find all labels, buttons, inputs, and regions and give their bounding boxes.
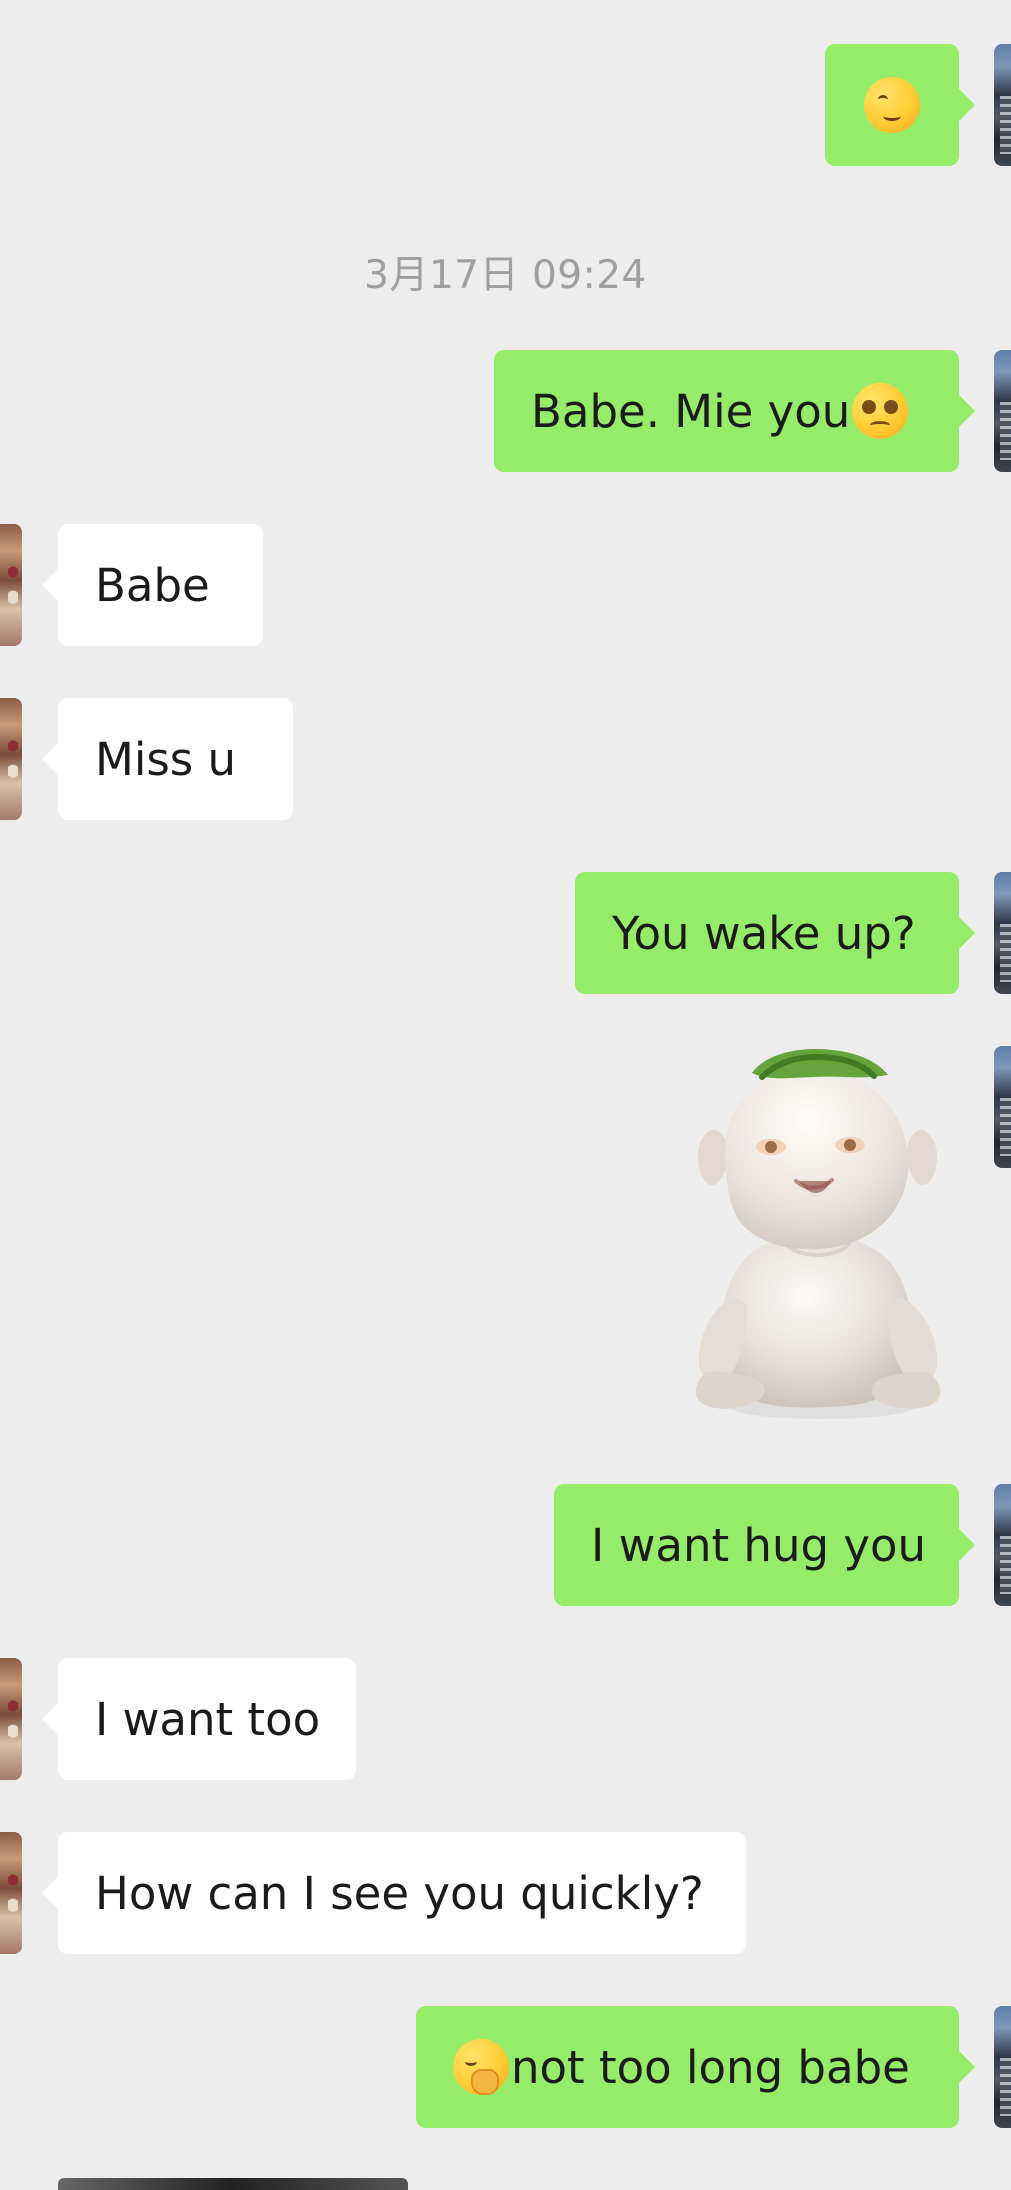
message-text: You wake up?	[612, 906, 916, 960]
my-avatar[interactable]	[994, 350, 1011, 472]
outgoing-message-bubble[interactable]: Babe. Mie you	[494, 350, 975, 472]
message-text: Babe. Mie you	[531, 384, 851, 438]
message-row-incoming: How can I see you quickly?	[0, 1832, 1011, 1954]
outgoing-message-bubble[interactable]: I want hug you	[554, 1484, 975, 1606]
message-row-outgoing	[0, 44, 1011, 166]
message-text: How can I see you quickly?	[95, 1866, 704, 1920]
incoming-message-bubble[interactable]: Babe	[42, 524, 263, 646]
partially-visible-message	[58, 2178, 408, 2190]
outgoing-message-bubble[interactable]: not too long babe	[416, 2006, 975, 2128]
message-text: not too long babe	[511, 2040, 910, 2094]
message-row-outgoing: not too long babe	[0, 2006, 1011, 2128]
message-text: I want too	[95, 1692, 321, 1746]
contact-avatar[interactable]	[0, 1832, 22, 1954]
chat-history: 3月17日 09:24 Babe. Mie you Babe Miss u Yo…	[0, 0, 1011, 2190]
white-creature-sticker[interactable]	[685, 1049, 950, 1423]
my-avatar[interactable]	[994, 2006, 1011, 2128]
message-row-outgoing: I want hug you	[0, 1484, 1011, 1606]
message-row-outgoing: You wake up?	[0, 872, 1011, 994]
contact-avatar[interactable]	[0, 698, 22, 820]
incoming-message-bubble[interactable]: I want too	[42, 1658, 356, 1780]
contact-avatar[interactable]	[0, 524, 22, 646]
incoming-message-bubble[interactable]: How can I see you quickly?	[42, 1832, 746, 1954]
message-timestamp: 3月17日 09:24	[364, 253, 647, 298]
message-text: I want hug you	[591, 1518, 927, 1572]
message-row-incoming: Babe	[0, 524, 1011, 646]
face-with-hand-over-mouth-icon	[453, 2039, 509, 2095]
message-row-incoming: Miss u	[0, 698, 1011, 820]
contact-avatar[interactable]	[0, 1658, 22, 1780]
message-row-outgoing: Babe. Mie you	[0, 350, 1011, 472]
my-avatar[interactable]	[994, 1046, 1011, 1168]
smiling-face-icon	[864, 77, 920, 133]
outgoing-message-bubble[interactable]	[825, 44, 975, 166]
incoming-message-bubble[interactable]: Miss u	[42, 698, 293, 820]
my-avatar[interactable]	[994, 44, 1011, 166]
pleading-face-icon	[852, 383, 909, 439]
outgoing-message-bubble[interactable]: You wake up?	[575, 872, 975, 994]
my-avatar[interactable]	[994, 1484, 1011, 1606]
message-text: Miss u	[95, 732, 237, 786]
message-row-incoming: I want too	[0, 1658, 1011, 1780]
message-text: Babe	[95, 558, 210, 612]
my-avatar[interactable]	[994, 872, 1011, 994]
